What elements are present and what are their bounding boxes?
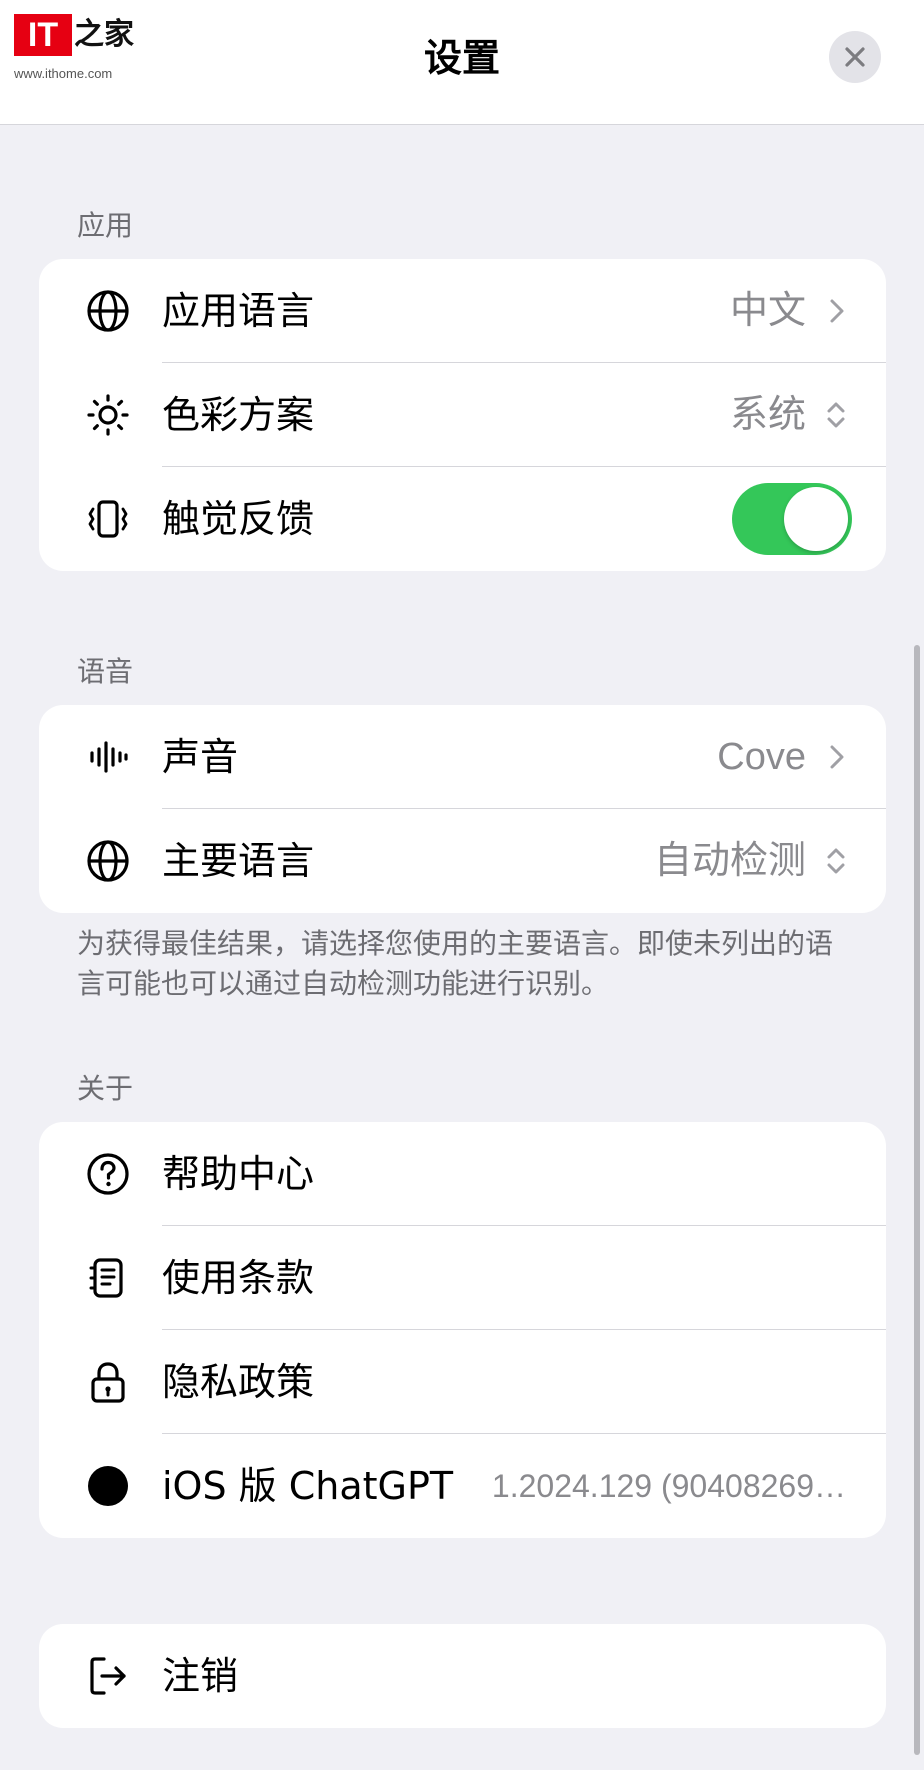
privacy-row[interactable]: 隐私政策 [39, 1330, 886, 1434]
document-icon [89, 1258, 123, 1298]
help-center-label: 帮助中心 [162, 1152, 315, 1196]
app-settings-card: 应用语言 中文 色彩方案 系统 触觉反馈 [39, 259, 886, 571]
logout-row[interactable]: 注销 [39, 1624, 886, 1728]
privacy-label: 隐私政策 [162, 1360, 315, 1404]
waveform-icon [90, 741, 128, 773]
globe-icon [87, 840, 129, 882]
voice-settings-card: 声音 Cove 主要语言 自动检测 [39, 705, 886, 913]
globe-icon [87, 290, 129, 332]
dot-icon [88, 1466, 128, 1506]
help-center-row[interactable]: 帮助中心 [39, 1122, 886, 1226]
terms-row[interactable]: 使用条款 [39, 1226, 886, 1330]
section-title-voice: 语音 [77, 655, 134, 688]
toggle-knob [784, 487, 848, 551]
chevron-right-icon [830, 745, 844, 769]
version-value: 1.2024.129 (90408269… [491, 1468, 846, 1504]
version-row: iOS 版 ChatGPT 1.2024.129 (90408269… [39, 1434, 886, 1538]
section-title-app: 应用 [77, 209, 134, 242]
voice-footnote: 为获得最佳结果，请选择您使用的主要语言。即使未列出的语言可能也可以通过自动检测功… [77, 927, 834, 1000]
lock-icon [91, 1362, 125, 1403]
app-language-row[interactable]: 应用语言 中文 [39, 259, 886, 363]
chevron-up-down-icon [827, 848, 845, 874]
logout-icon [90, 1657, 126, 1695]
close-icon [845, 47, 865, 67]
color-scheme-label: 色彩方案 [162, 393, 315, 437]
sun-icon [87, 394, 129, 436]
main-language-value: 自动检测 [653, 840, 806, 882]
main-language-row[interactable]: 主要语言 自动检测 [39, 809, 886, 913]
header: IT 之家 www.ithome.com 设置 [0, 0, 924, 125]
haptic-feedback-label: 触觉反馈 [162, 497, 315, 541]
main-language-label: 主要语言 [162, 839, 315, 883]
logout-label: 注销 [162, 1654, 239, 1698]
chevron-right-icon [830, 299, 844, 323]
haptic-feedback-row: 触觉反馈 [39, 467, 886, 571]
about-card: 帮助中心 使用条款 隐私政策 iOS 版 ChatGPT 1.2024.129 … [39, 1122, 886, 1538]
color-scheme-row[interactable]: 色彩方案 系统 [39, 363, 886, 467]
vibration-icon [88, 500, 128, 538]
chevron-up-down-icon [827, 402, 845, 428]
haptic-feedback-toggle[interactable] [732, 483, 852, 555]
scrollbar[interactable] [914, 645, 920, 1755]
app-language-value: 中文 [729, 290, 806, 332]
page-title: 设置 [423, 36, 500, 80]
section-title-about: 关于 [77, 1072, 134, 1105]
close-button[interactable] [829, 31, 881, 83]
sound-label: 声音 [162, 735, 239, 779]
color-scheme-value: 系统 [729, 394, 806, 436]
logout-card: 注销 [39, 1624, 886, 1728]
sound-row[interactable]: 声音 Cove [39, 705, 886, 809]
sound-value: Cove [717, 736, 806, 778]
version-label: iOS 版 ChatGPT [162, 1464, 454, 1508]
terms-label: 使用条款 [162, 1256, 315, 1300]
app-language-label: 应用语言 [162, 289, 315, 333]
help-circle-icon [87, 1153, 129, 1195]
